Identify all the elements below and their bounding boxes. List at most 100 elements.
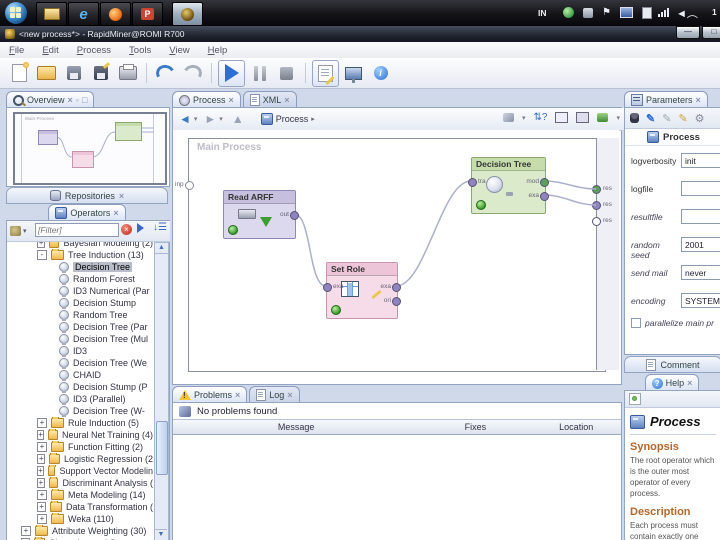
- column-message[interactable]: Message: [173, 422, 419, 432]
- close-icon[interactable]: ×: [68, 96, 73, 104]
- tree-folder[interactable]: +Support Vector Modelin: [7, 465, 153, 477]
- param-value-encoding[interactable]: SYSTEM: [681, 293, 720, 308]
- minimize-button[interactable]: —: [676, 26, 700, 39]
- expand-icon[interactable]: +: [37, 454, 45, 464]
- tree-operator[interactable]: Decision Tree: [7, 261, 153, 273]
- expand-icon[interactable]: +: [37, 466, 44, 476]
- tree-operator[interactable]: ID3 Numerical (Par: [7, 285, 153, 297]
- operators-scrollbar[interactable]: ▲ ▼: [154, 242, 169, 540]
- close-icon[interactable]: ×: [696, 96, 701, 104]
- tab-help[interactable]: ? Help ×: [645, 374, 700, 391]
- port-out-exa[interactable]: [540, 192, 549, 201]
- tray-volume-icon[interactable]: ◄︵: [676, 6, 698, 19]
- run-process-button[interactable]: [218, 60, 245, 87]
- menu-file[interactable]: File: [0, 44, 33, 57]
- zoom-dropdown-icon[interactable]: ▾: [522, 114, 526, 122]
- column-fixes[interactable]: Fixes: [419, 422, 531, 432]
- port-out-ori[interactable]: [392, 297, 401, 306]
- wrench-gray-icon[interactable]: ✎: [662, 112, 671, 125]
- tray-network-globe-icon[interactable]: [563, 6, 574, 19]
- operator-decision-tree[interactable]: Decision Treetramodexa: [471, 157, 546, 214]
- repositories-bar[interactable]: Repositories ×: [6, 187, 168, 204]
- wrench-edit-icon[interactable]: ✎: [678, 112, 687, 125]
- taskbar-app-powerpoint[interactable]: P: [132, 2, 163, 26]
- tree-folder[interactable]: +Weka (110): [7, 513, 153, 525]
- close-icon[interactable]: ×: [235, 391, 240, 399]
- tree-operator[interactable]: Random Forest: [7, 273, 153, 285]
- tab-operators[interactable]: Operators ×: [48, 204, 125, 221]
- expand-icon[interactable]: +: [37, 478, 45, 488]
- save-process-as-button[interactable]: [88, 61, 113, 86]
- up-icon[interactable]: ▲: [232, 112, 244, 126]
- tree-operator[interactable]: Decision Tree (Mul: [7, 333, 153, 345]
- close-icon[interactable]: ×: [229, 96, 234, 104]
- print-button[interactable]: [115, 61, 140, 86]
- close-icon[interactable]: ×: [284, 96, 289, 104]
- close-icon[interactable]: ×: [687, 379, 692, 387]
- new-process-button[interactable]: [7, 61, 32, 86]
- clear-filter-icon[interactable]: ×: [121, 224, 132, 235]
- tree-operator[interactable]: ID3: [7, 345, 153, 357]
- detach-panel-icon[interactable]: □: [82, 96, 87, 104]
- wrench-blue-icon[interactable]: ✎: [646, 112, 655, 125]
- breadcrumb[interactable]: Process: [276, 114, 309, 124]
- param-value-logverbosity[interactable]: init: [681, 153, 720, 168]
- operator-info-icon[interactable]: [630, 113, 639, 123]
- save-process-button[interactable]: [61, 61, 86, 86]
- tree-operator[interactable]: Decision Tree (Par: [7, 321, 153, 333]
- back-dropdown-icon[interactable]: ▾: [194, 115, 198, 123]
- menu-tools[interactable]: Tools: [120, 44, 160, 57]
- tree-operator[interactable]: Decision Tree (W-: [7, 405, 153, 417]
- scroll-up-icon[interactable]: ▲: [155, 243, 168, 254]
- taskbar-app-windows-explorer[interactable]: [36, 2, 67, 26]
- forward-icon[interactable]: ►: [204, 112, 216, 126]
- taskbar-app-internet-explorer[interactable]: e: [68, 2, 99, 26]
- zoom-tool-icon[interactable]: [503, 113, 514, 122]
- taskbar-app-firefox[interactable]: [100, 2, 131, 26]
- maximize-panel-icon[interactable]: ◦: [76, 96, 79, 104]
- maximize-button[interactable]: □: [702, 26, 720, 39]
- tree-operator[interactable]: Decision Stump (P: [7, 381, 153, 393]
- result-port[interactable]: [592, 185, 601, 194]
- tab-xml[interactable]: XML ×: [243, 91, 297, 108]
- close-icon[interactable]: ×: [119, 192, 124, 200]
- start-button[interactable]: [5, 2, 27, 24]
- param-value-resultfile[interactable]: [681, 209, 720, 224]
- operator-read-arff[interactable]: Read ARFFout: [223, 190, 296, 239]
- auto-layout-icon[interactable]: [576, 112, 589, 123]
- export-icon[interactable]: [597, 113, 608, 122]
- tree-operator[interactable]: ID3 (Parallel): [7, 393, 153, 405]
- expand-icon[interactable]: +: [37, 242, 45, 248]
- tree-folder[interactable]: -Tree Induction (13): [7, 249, 153, 261]
- expand-icon[interactable]: +: [37, 430, 44, 440]
- menu-help[interactable]: Help: [199, 44, 237, 57]
- tree-folder[interactable]: +Neural Net Training (4): [7, 429, 153, 441]
- overview-viewport[interactable]: Main Process: [13, 112, 167, 185]
- tray-document-icon[interactable]: [642, 6, 652, 19]
- menu-view[interactable]: View: [160, 44, 198, 57]
- collapse-icon[interactable]: -: [37, 250, 47, 260]
- filter-mode-icon[interactable]: [137, 223, 144, 235]
- result-port[interactable]: [592, 217, 601, 226]
- param-value-random-seed[interactable]: 2001: [681, 237, 720, 252]
- taskbar-app-rapidminer[interactable]: [172, 2, 203, 26]
- tab-problems[interactable]: Problems ×: [172, 386, 247, 403]
- close-icon[interactable]: ×: [113, 209, 118, 217]
- tray-remote-display-icon[interactable]: [620, 6, 633, 19]
- sort-icon[interactable]: ↓☰: [153, 222, 167, 233]
- tree-folder[interactable]: +Function Fitting (2): [7, 441, 153, 453]
- tray-signal-bars-icon[interactable]: [658, 6, 669, 19]
- tab-overview[interactable]: Overview × ◦ □: [6, 91, 94, 108]
- process-input-port[interactable]: [185, 181, 194, 190]
- expand-icon[interactable]: +: [37, 502, 46, 512]
- undo-button[interactable]: [153, 61, 178, 86]
- tree-operator[interactable]: Decision Tree (We: [7, 357, 153, 369]
- tab-parameters[interactable]: Parameters ×: [624, 91, 708, 108]
- expand-icon[interactable]: +: [37, 418, 47, 428]
- tray-notification-flag-icon[interactable]: ⚑: [602, 6, 611, 19]
- param-value-logfile[interactable]: [681, 181, 720, 196]
- forward-dropdown-icon[interactable]: ▾: [219, 115, 223, 123]
- tab-log[interactable]: Log ×: [249, 386, 299, 403]
- tree-folder[interactable]: +Logistic Regression (2: [7, 453, 153, 465]
- export-dropdown-icon[interactable]: ▾: [616, 114, 620, 122]
